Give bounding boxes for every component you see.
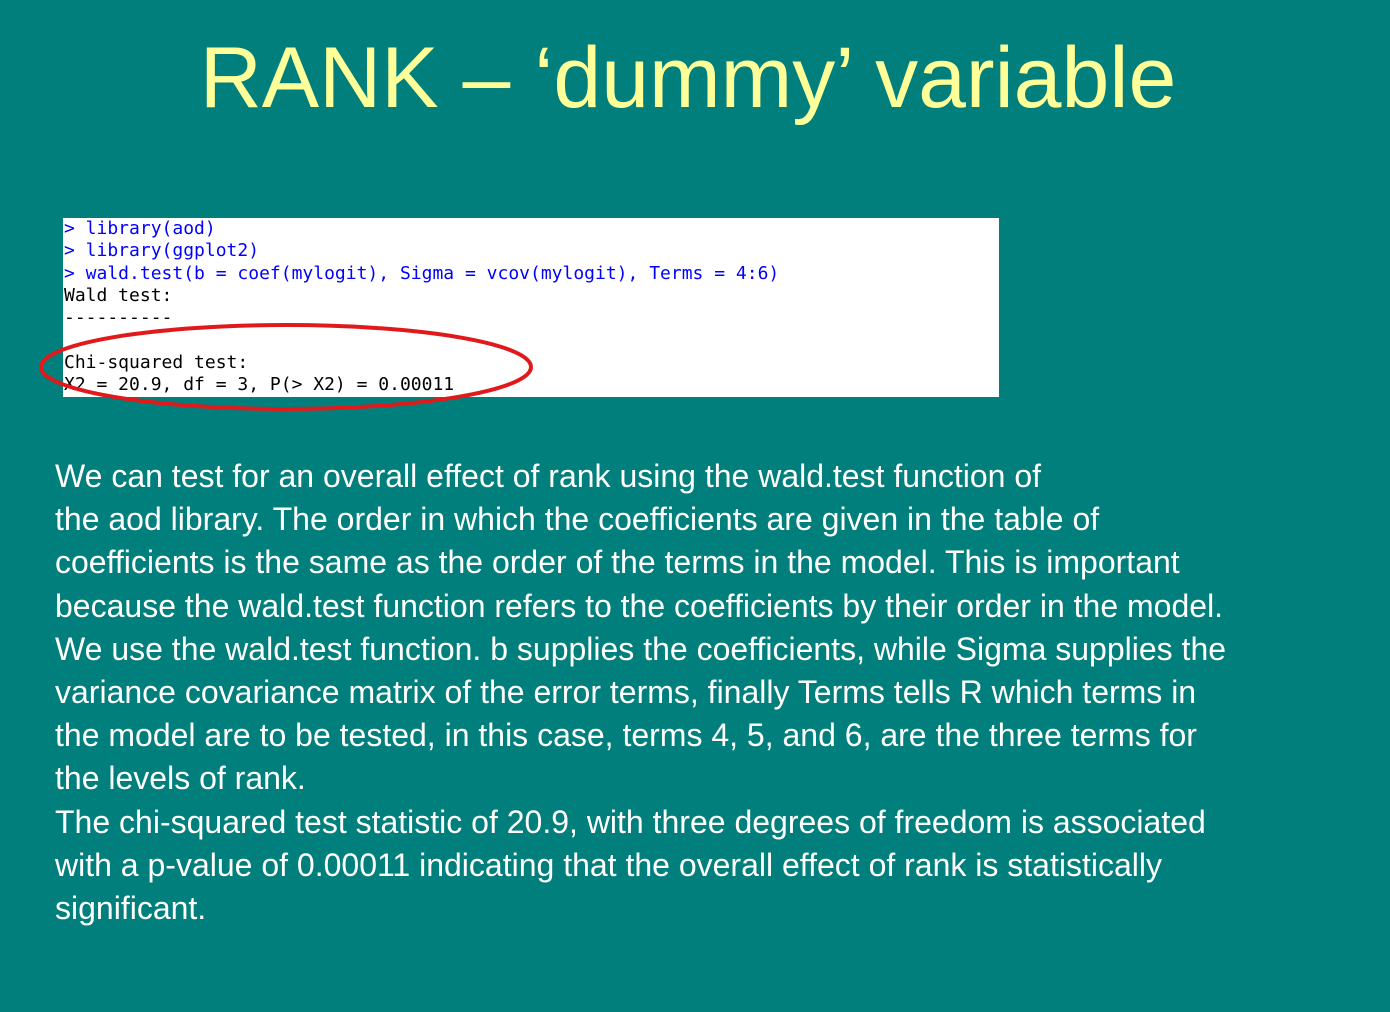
console-line-3: > wald.test(b = coef(mylogit), Sigma = v… xyxy=(64,263,780,284)
body-line-8: the levels of rank. xyxy=(55,760,306,797)
explanation-text: We can test for an overall effect of ran… xyxy=(55,455,1385,930)
body-line-6: variance covariance matrix of the error … xyxy=(55,674,1197,711)
slide-title: RANK – ‘dummy’ variable xyxy=(199,30,1177,126)
body-line-3: coefficients is the same as the order of… xyxy=(55,544,1180,581)
console-line-4: Wald test: xyxy=(64,285,173,306)
body-line-7: the model are to be tested, in this case… xyxy=(55,717,1197,754)
body-line-4: because the wald.test function refers to… xyxy=(55,587,1224,624)
console-line-5: ---------- xyxy=(64,307,173,328)
body-line-10: with a p-value of 0.00011 indicating tha… xyxy=(55,846,1162,883)
body-line-11: significant. xyxy=(55,890,207,927)
console-line-2: > library(ggplot2) xyxy=(64,240,260,261)
console-line-1: > library(aod) xyxy=(64,218,216,239)
body-line-1: We can test for an overall effect of ran… xyxy=(55,458,1042,494)
body-line-2: the aod library. The order in which the … xyxy=(55,501,1100,538)
r-console-output: > library(aod) > library(ggplot2) > wald… xyxy=(63,218,999,397)
body-line-9: The chi-squared test statistic of 20.9, … xyxy=(55,803,1206,840)
console-line-7: Chi-squared test: xyxy=(64,352,249,373)
body-line-5: We use the wald.test function. b supplie… xyxy=(55,630,1227,667)
console-line-8: X2 = 20.9, df = 3, P(> X2) = 0.00011 xyxy=(64,374,455,395)
